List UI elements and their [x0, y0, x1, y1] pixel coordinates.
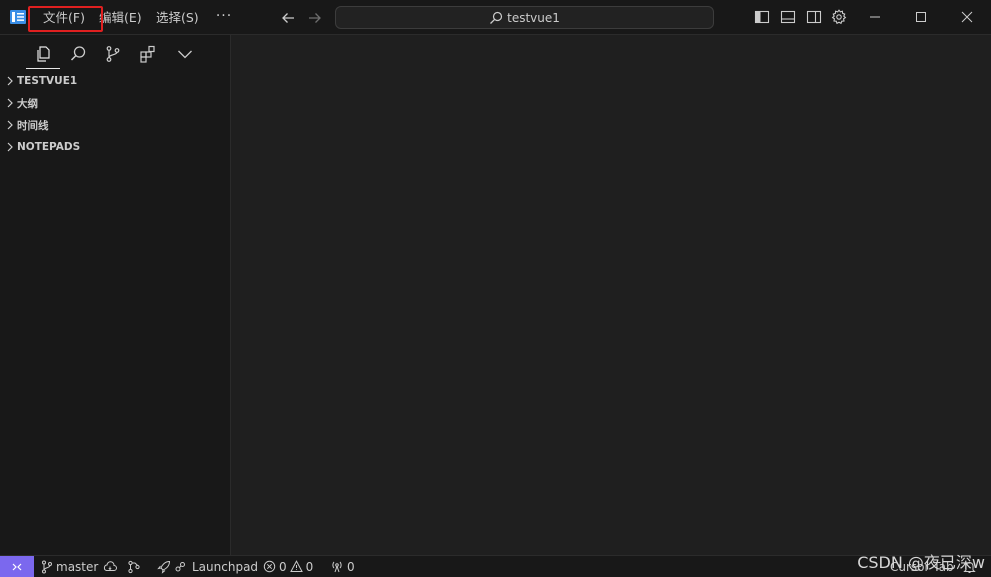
close-button[interactable] — [944, 0, 990, 34]
remote-indicator-button[interactable] — [0, 556, 34, 577]
toggle-secondary-sidebar-icon[interactable] — [806, 9, 822, 25]
ports-count: 0 — [347, 559, 355, 574]
chevron-right-icon — [7, 120, 13, 130]
launchpad-label: Launchpad — [192, 559, 259, 574]
branch-icon — [42, 560, 52, 573]
chevron-right-icon — [7, 98, 13, 108]
chevron-right-icon — [7, 76, 13, 86]
menu-selection[interactable]: 选择(S) — [150, 8, 205, 28]
section-label: NOTEPADS — [17, 141, 81, 153]
toggle-panel-icon[interactable] — [780, 9, 796, 25]
error-icon — [263, 560, 276, 573]
problems-status[interactable]: 0 0 — [263, 556, 313, 577]
section-timeline[interactable]: 时间线 — [0, 114, 230, 136]
back-arrow-icon[interactable] — [279, 9, 297, 27]
extensions-icon — [140, 45, 155, 63]
cloud-sync-icon — [104, 560, 118, 571]
title-bar: 文件(F) 编辑(E) 选择(S) ··· testvue1 — [0, 0, 991, 35]
tab-extensions[interactable] — [131, 39, 165, 69]
maximize-icon — [916, 12, 926, 22]
search-text: testvue1 — [507, 10, 560, 25]
search-icon — [70, 46, 86, 61]
app-logo-icon[interactable] — [9, 8, 27, 26]
section-label: 大纲 — [17, 97, 38, 110]
more-menu-button[interactable]: ··· — [214, 8, 234, 28]
menu-file[interactable]: 文件(F) — [37, 8, 91, 28]
tab-more-views[interactable] — [168, 39, 202, 69]
branch-status[interactable]: master — [41, 556, 120, 577]
watermark: CSDN @夜已深w — [857, 553, 985, 572]
rocket-icon — [157, 560, 171, 574]
launchpad-button[interactable]: Launchpad — [157, 556, 258, 577]
close-icon — [961, 11, 973, 23]
tab-search[interactable] — [61, 39, 95, 69]
explorer-icon — [37, 46, 50, 62]
maximize-button[interactable] — [898, 0, 944, 34]
gear-icon[interactable] — [831, 9, 847, 25]
menu-edit[interactable]: 编辑(E) — [93, 8, 148, 28]
forward-arrow-icon[interactable] — [306, 9, 324, 27]
search-icon — [490, 11, 503, 24]
tab-source-control[interactable] — [96, 39, 130, 69]
chevron-down-icon — [178, 50, 192, 59]
minimize-button[interactable] — [852, 0, 898, 34]
primary-sidebar: TESTVUE1 大纲 时间线 NOTEPADS — [0, 35, 231, 555]
branch-name: master — [56, 559, 99, 574]
chevron-right-icon — [7, 142, 13, 152]
section-testvue1[interactable]: TESTVUE1 — [0, 70, 230, 92]
warning-icon — [289, 560, 303, 572]
section-label: TESTVUE1 — [17, 75, 78, 87]
ports-status[interactable]: 0 — [330, 556, 355, 577]
section-label: 时间线 — [17, 119, 49, 132]
connection-icon — [175, 561, 185, 571]
editor-area[interactable] — [231, 35, 991, 555]
section-notepads[interactable]: NOTEPADS — [0, 136, 230, 158]
warning-count: 0 — [305, 559, 314, 574]
toggle-primary-sidebar-icon[interactable] — [754, 9, 770, 25]
remote-icon — [12, 563, 22, 570]
broadcast-icon — [332, 561, 342, 573]
status-bar: master Launchpad 0 0 0 Cursor Tab — [0, 555, 991, 577]
git-graph-button[interactable] — [127, 556, 144, 577]
source-control-icon — [106, 46, 120, 62]
error-count: 0 — [279, 559, 287, 574]
minimize-icon — [870, 16, 880, 18]
git-compare-icon — [128, 560, 140, 573]
section-outline[interactable]: 大纲 — [0, 92, 230, 114]
command-center-search[interactable]: testvue1 — [335, 6, 714, 29]
tab-explorer[interactable] — [26, 39, 60, 69]
